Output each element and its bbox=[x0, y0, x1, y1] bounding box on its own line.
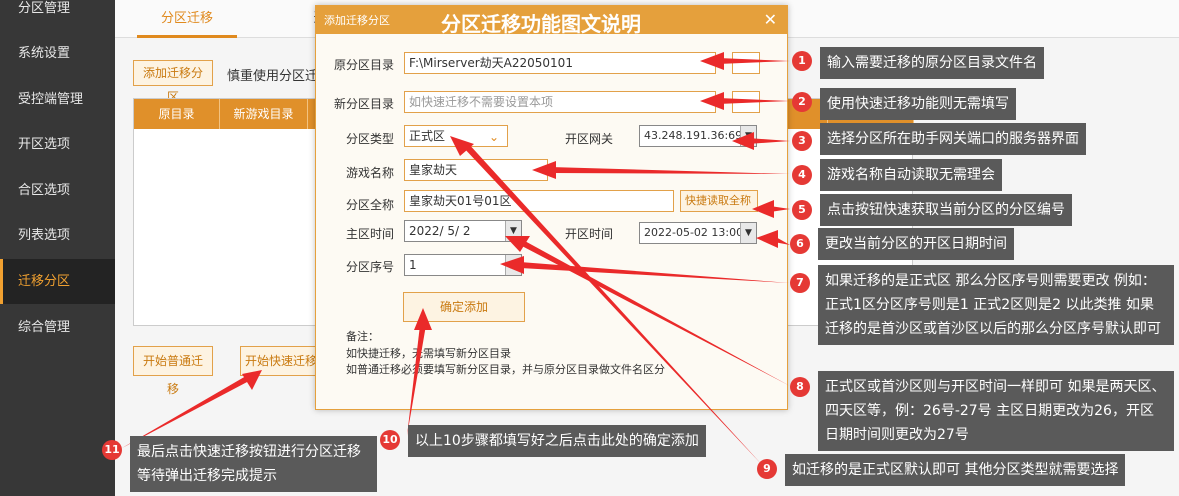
open-time-picker[interactable]: 2022-05-02 13:00 ▼ bbox=[639, 222, 757, 244]
dialog-title: 添加迁移分区 bbox=[324, 14, 390, 27]
source-dir-label: 原分区目录 bbox=[334, 58, 395, 72]
main-time-picker[interactable]: 2022/ 5/ 2 ▼ bbox=[404, 220, 522, 242]
step-badge-7: 7 bbox=[790, 273, 810, 293]
callout-11: 最后点击快速迁移按钮进行分区迁移 等待弹出迁移完成提示 bbox=[130, 436, 377, 492]
close-icon[interactable]: ✕ bbox=[764, 10, 777, 29]
step-badge-9: 9 bbox=[757, 459, 777, 479]
column-header-source-dir[interactable]: 原目录 bbox=[134, 99, 220, 129]
game-name-input[interactable]: 皇家劫天 bbox=[404, 159, 548, 181]
callout-10: 以上10步骤都填写好之后点击此处的确定添加 bbox=[408, 425, 706, 457]
serial-label: 分区序号 bbox=[346, 260, 395, 274]
callout-1: 输入需要迁移的原分区目录文件名 bbox=[820, 47, 1044, 79]
dropdown-arrow-icon: ▼ bbox=[505, 221, 521, 241]
partition-type-value: 正式区 bbox=[409, 129, 446, 143]
dialog-header: 添加迁移分区 分区迁移功能图文说明 ✕ bbox=[316, 6, 787, 36]
instruction-banner: 分区迁移功能图文说明 bbox=[441, 12, 641, 36]
gateway-value: 43.248.191.36:69 bbox=[644, 129, 743, 142]
callout-9: 如迁移的是正式区默认即可 其他分区类型就需要选择 bbox=[785, 454, 1126, 486]
sidebar-item-controlled-end[interactable]: 受控端管理 bbox=[0, 77, 115, 122]
sidebar-item-migrate[interactable]: 迁移分区 bbox=[0, 259, 115, 304]
sidebar-item-partition-mgmt[interactable]: 分区管理 bbox=[0, 0, 115, 31]
new-dir-label: 新分区目录 bbox=[334, 97, 395, 111]
confirm-add-button[interactable]: 确定添加 bbox=[403, 292, 525, 322]
main-time-label: 主区时间 bbox=[346, 227, 395, 241]
add-migrate-dialog: 添加迁移分区 分区迁移功能图文说明 ✕ 原分区目录 F:\Mirserver劫天… bbox=[315, 5, 788, 410]
gateway-select[interactable]: 43.248.191.36:69 ▼ bbox=[639, 125, 757, 147]
full-name-input[interactable]: 皇家劫天01号01区 bbox=[404, 190, 674, 212]
dropdown-arrow-icon: ▼ bbox=[740, 126, 756, 146]
main-time-value: 2022/ 5/ 2 bbox=[409, 224, 471, 238]
sidebar-item-system-settings[interactable]: 系统设置 bbox=[0, 31, 115, 76]
open-time-label: 开区时间 bbox=[565, 227, 614, 241]
step-badge-11: 11 bbox=[102, 440, 122, 460]
game-name-label: 游戏名称 bbox=[346, 166, 395, 180]
chevron-down-icon: ⌄ bbox=[488, 130, 499, 144]
step-badge-8: 8 bbox=[790, 377, 810, 397]
serial-stepper[interactable]: 1 ▲ bbox=[404, 254, 522, 276]
step-badge-1: 1 bbox=[792, 51, 812, 71]
callout-2: 使用快速迁移功能则无需填写 bbox=[820, 88, 1016, 120]
step-badge-3: 3 bbox=[792, 131, 812, 151]
notes-line-1: 如快捷迁移，无需填写新分区目录 bbox=[346, 347, 511, 360]
warning-text: 慎重使用分区迁 bbox=[227, 69, 317, 84]
callout-8: 正式区或首沙区则与开区时间一样即可 如果是两天区、四天区等，例：26号-27号 … bbox=[818, 371, 1174, 451]
add-migrate-partition-button[interactable]: 添加迁移分区 bbox=[133, 60, 213, 104]
column-header-new-dir[interactable]: 新游戏目录 bbox=[220, 99, 308, 129]
source-dir-browse-button[interactable] bbox=[732, 52, 760, 74]
notes-title: 备注： bbox=[346, 330, 379, 343]
type-label: 分区类型 bbox=[346, 132, 395, 146]
dropdown-arrow-icon: ▼ bbox=[740, 223, 756, 243]
callout-4: 游戏名称自动读取无需理会 bbox=[820, 159, 1002, 191]
notes-line-2: 如普通迁移必须要填写新分区目录，并与原分区目录做文件名区分 bbox=[346, 363, 665, 376]
new-dir-input[interactable]: 如快速迁移不需要设置本项 bbox=[404, 91, 716, 113]
step-badge-6: 6 bbox=[790, 234, 810, 254]
sidebar-item-list-options[interactable]: 列表选项 bbox=[0, 213, 115, 258]
quick-migrate-button[interactable]: 开始快速迁移 bbox=[240, 346, 320, 376]
sidebar: 分区管理 系统设置 受控端管理 开区选项 合区选项 列表选项 迁移分区 综合管理 bbox=[0, 0, 115, 496]
normal-migrate-button[interactable]: 开始普通迁移 bbox=[133, 346, 213, 396]
callout-3: 选择分区所在助手网关端口的服务器界面 bbox=[820, 123, 1086, 155]
step-badge-4: 4 bbox=[792, 165, 812, 185]
step-badge-10: 10 bbox=[380, 430, 400, 450]
serial-value: 1 bbox=[409, 258, 417, 272]
stepper-arrow-icon: ▲ bbox=[505, 255, 521, 275]
callout-7: 如果迁移的是正式区 那么分区序号则需要更改 例如：正式1区分区序号则是1 正式2… bbox=[818, 265, 1174, 345]
sidebar-item-general-mgmt[interactable]: 综合管理 bbox=[0, 305, 115, 350]
step-badge-5: 5 bbox=[792, 200, 812, 220]
new-dir-browse-button[interactable] bbox=[732, 91, 760, 113]
source-dir-input[interactable]: F:\Mirserver劫天A22050101 bbox=[404, 52, 716, 74]
step-badge-2: 2 bbox=[792, 92, 812, 112]
full-name-label: 分区全称 bbox=[346, 198, 395, 212]
quick-read-fullname-button[interactable]: 快捷读取全称 bbox=[680, 190, 758, 212]
sidebar-item-merge-options[interactable]: 合区选项 bbox=[0, 168, 115, 213]
callout-6: 更改当前分区的开区日期时间 bbox=[818, 228, 1014, 260]
sidebar-item-open-options[interactable]: 开区选项 bbox=[0, 122, 115, 167]
callout-5: 点击按钮快速获取当前分区的分区编号 bbox=[820, 194, 1072, 226]
open-time-value: 2022-05-02 13:00 bbox=[644, 226, 744, 239]
gateway-label: 开区网关 bbox=[565, 132, 614, 146]
tab-partition-migrate[interactable]: 分区迁移 bbox=[137, 0, 237, 38]
partition-type-select[interactable]: 正式区 ⌄ bbox=[404, 125, 508, 147]
